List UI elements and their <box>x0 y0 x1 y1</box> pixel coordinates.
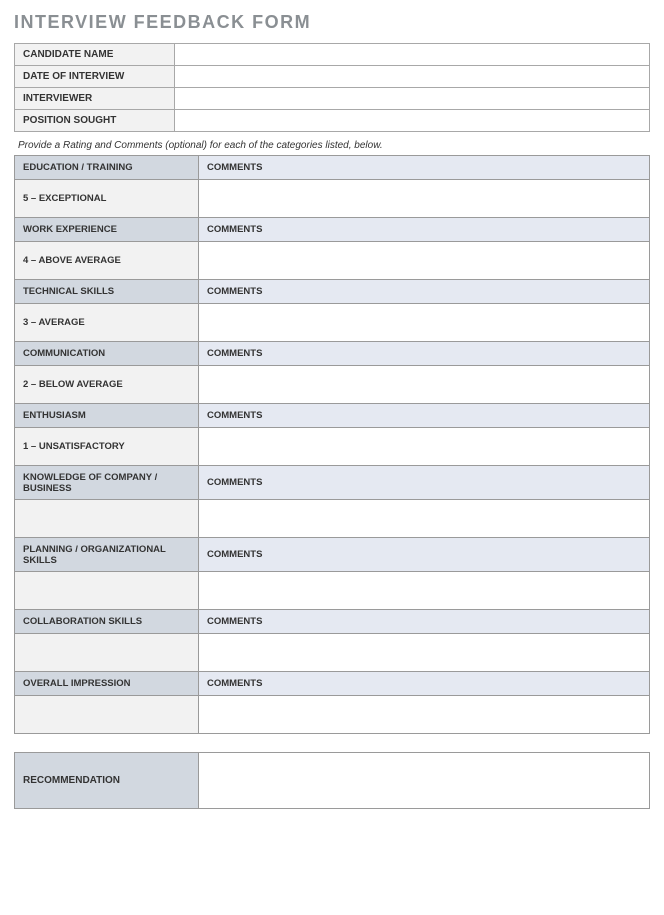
category-header: PLANNING / ORGANIZATIONAL SKILLS <box>15 538 199 572</box>
comments-header: COMMENTS <box>199 404 650 428</box>
rating-scale-cell[interactable] <box>15 634 199 672</box>
info-value[interactable] <box>175 110 650 132</box>
comment-cell[interactable] <box>199 696 650 734</box>
rating-scale-cell[interactable]: 2 – BELOW AVERAGE <box>15 366 199 404</box>
comments-header: COMMENTS <box>199 672 650 696</box>
comments-header: COMMENTS <box>199 280 650 304</box>
info-value[interactable] <box>175 44 650 66</box>
comment-cell[interactable] <box>199 242 650 280</box>
info-label: CANDIDATE NAME <box>15 44 175 66</box>
instructions-text: Provide a Rating and Comments (optional)… <box>18 140 650 151</box>
comment-cell[interactable] <box>199 366 650 404</box>
comment-cell[interactable] <box>199 304 650 342</box>
comments-header: COMMENTS <box>199 466 650 500</box>
category-header: OVERALL IMPRESSION <box>15 672 199 696</box>
comment-cell[interactable] <box>199 428 650 466</box>
rating-scale-cell[interactable]: 5 – EXCEPTIONAL <box>15 180 199 218</box>
rating-scale-cell[interactable]: 4 – ABOVE AVERAGE <box>15 242 199 280</box>
rating-scale-cell[interactable]: 3 – AVERAGE <box>15 304 199 342</box>
category-header: TECHNICAL SKILLS <box>15 280 199 304</box>
info-label: POSITION SOUGHT <box>15 110 175 132</box>
comments-header: COMMENTS <box>199 538 650 572</box>
rating-scale-cell[interactable] <box>15 572 199 610</box>
category-header: COLLABORATION SKILLS <box>15 610 199 634</box>
comments-header: COMMENTS <box>199 156 650 180</box>
info-value[interactable] <box>175 88 650 110</box>
candidate-info-table: CANDIDATE NAMEDATE OF INTERVIEWINTERVIEW… <box>14 43 650 132</box>
category-header: KNOWLEDGE OF COMPANY / BUSINESS <box>15 466 199 500</box>
category-header: COMMUNICATION <box>15 342 199 366</box>
rating-scale-cell[interactable] <box>15 696 199 734</box>
info-label: INTERVIEWER <box>15 88 175 110</box>
rating-scale-cell[interactable] <box>15 500 199 538</box>
comment-cell[interactable] <box>199 572 650 610</box>
comments-header: COMMENTS <box>199 610 650 634</box>
comments-header: COMMENTS <box>199 342 650 366</box>
comment-cell[interactable] <box>199 634 650 672</box>
recommendation-label: RECOMMENDATION <box>15 753 199 809</box>
info-label: DATE OF INTERVIEW <box>15 66 175 88</box>
rating-scale-cell[interactable]: 1 – UNSATISFACTORY <box>15 428 199 466</box>
category-header: EDUCATION / TRAINING <box>15 156 199 180</box>
category-header: WORK EXPERIENCE <box>15 218 199 242</box>
comment-cell[interactable] <box>199 500 650 538</box>
info-value[interactable] <box>175 66 650 88</box>
recommendation-value[interactable] <box>199 753 650 809</box>
recommendation-table: RECOMMENDATION <box>14 752 650 809</box>
comments-header: COMMENTS <box>199 218 650 242</box>
rating-table: EDUCATION / TRAININGCOMMENTS5 – EXCEPTIO… <box>14 155 650 734</box>
form-title: INTERVIEW FEEDBACK FORM <box>14 12 650 33</box>
comment-cell[interactable] <box>199 180 650 218</box>
category-header: ENTHUSIASM <box>15 404 199 428</box>
